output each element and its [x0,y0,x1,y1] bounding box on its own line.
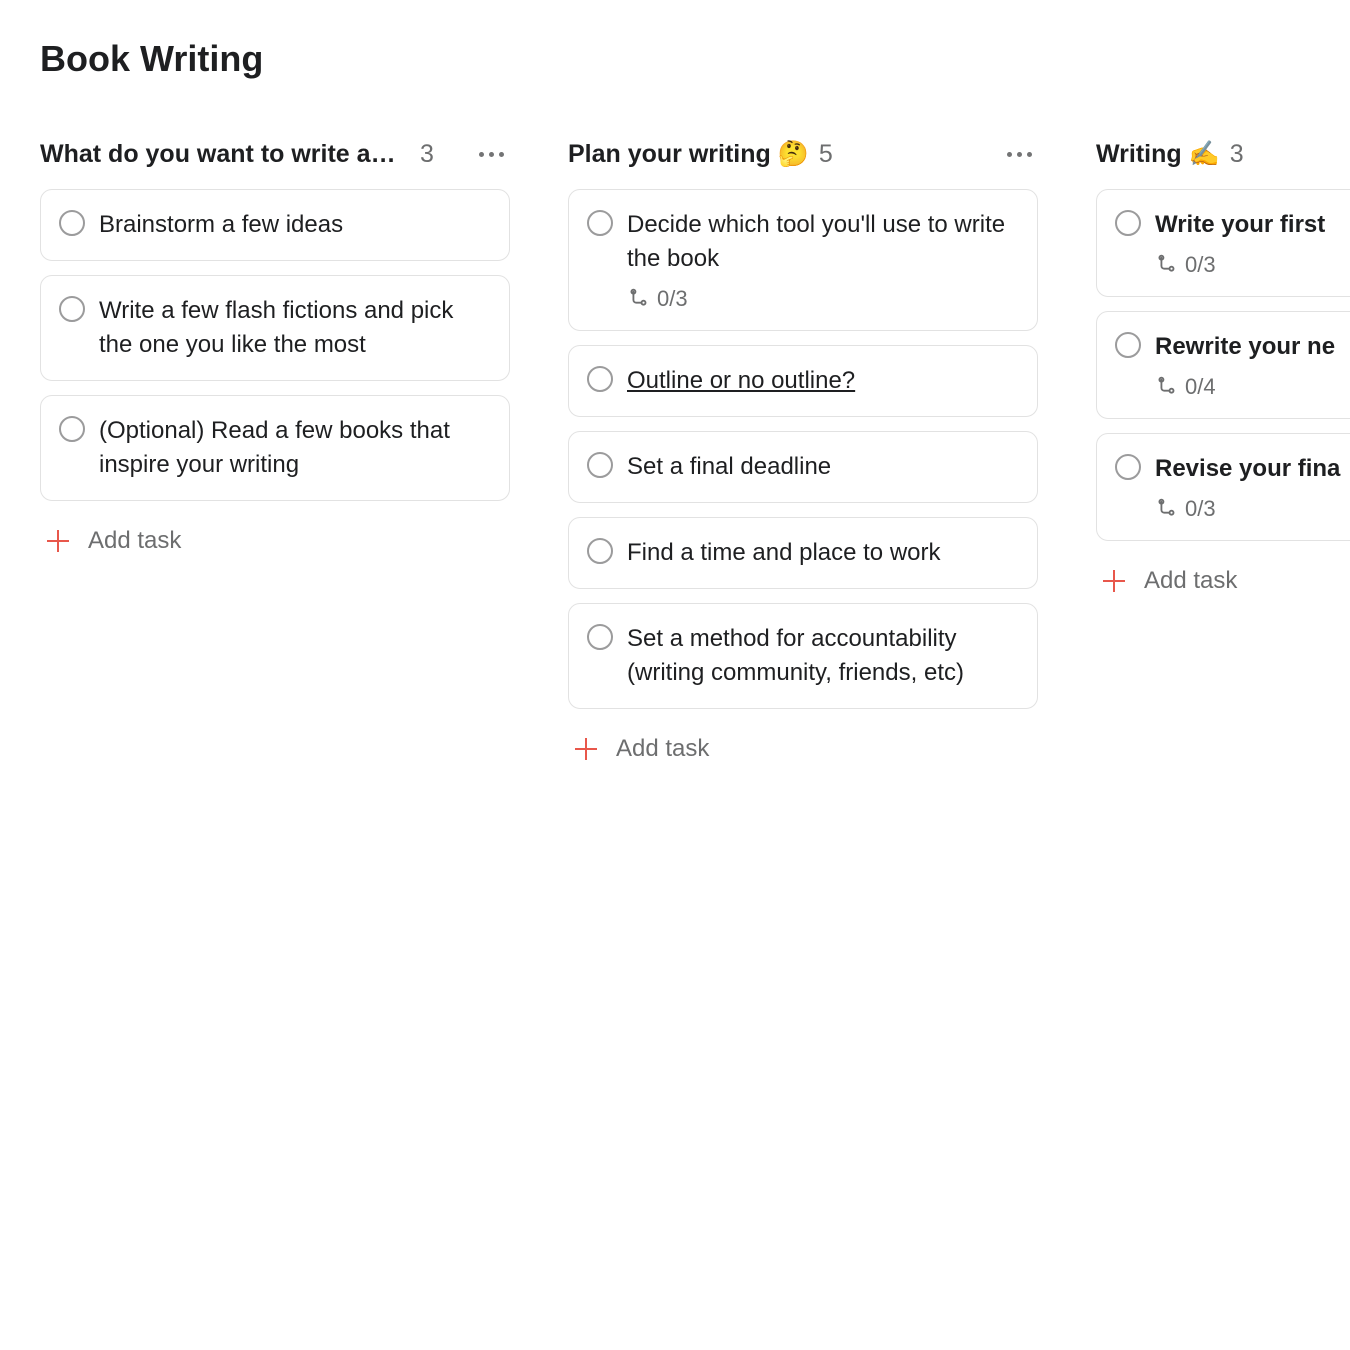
complete-checkbox[interactable] [1115,332,1141,358]
task-title: Decide which tool you'll use to write th… [627,208,1017,276]
column-count: 5 [819,140,833,169]
task-row: Write a few flash fictions and pick the … [59,294,489,362]
task-card[interactable]: Outline or no outline? [568,345,1038,417]
plus-icon [574,737,598,761]
task-row: Set a method for accountability (writing… [587,622,1017,690]
column-title[interactable]: What do you want to write ab… [40,140,410,169]
task-card[interactable]: Set a method for accountability (writing… [568,603,1038,709]
task-row: Set a final deadline [587,450,1017,484]
column-header: Plan your writing 🤔 5 [568,140,1038,169]
subtask-count: 0/3 [1155,252,1350,278]
plus-icon [1102,569,1126,593]
subtask-count-label: 0/3 [657,286,688,312]
task-card[interactable]: Find a time and place to work [568,517,1038,589]
complete-checkbox[interactable] [587,624,613,650]
column-count: 3 [420,140,434,169]
task-card[interactable]: (Optional) Read a few books that inspire… [40,395,510,501]
subtask-count-label: 0/3 [1185,252,1216,278]
task-card[interactable]: Write your first 0/3 [1096,189,1350,297]
column-more-icon[interactable] [473,146,510,163]
task-title: Revise your fina [1155,452,1340,486]
task-title: Set a method for accountability (writing… [627,622,1017,690]
subtask-count: 0/3 [627,286,1017,312]
complete-checkbox[interactable] [587,210,613,236]
task-title: Set a final deadline [627,450,831,484]
task-title: Write a few flash fictions and pick the … [99,294,489,362]
subtask-count-label: 0/3 [1185,496,1216,522]
add-task-label: Add task [616,735,709,763]
column-title[interactable]: Plan your writing 🤔 [568,140,809,169]
subtask-icon [1155,498,1177,520]
task-title: Outline or no outline? [627,364,855,398]
task-card[interactable]: Rewrite your ne 0/4 [1096,311,1350,419]
complete-checkbox[interactable] [59,210,85,236]
task-row: Rewrite your ne [1115,330,1350,364]
add-task-button[interactable]: Add task [1096,555,1350,607]
add-task-button[interactable]: Add task [568,723,1038,775]
task-title: Rewrite your ne [1155,330,1335,364]
page-title: Book Writing [40,38,1310,80]
board-column: What do you want to write ab… 3 Brainstorm… [40,140,510,567]
complete-checkbox[interactable] [59,296,85,322]
task-card[interactable]: Decide which tool you'll use to write th… [568,189,1038,331]
column-more-icon[interactable] [1001,146,1038,163]
subtask-count-label: 0/4 [1185,374,1216,400]
task-title: Write your first [1155,208,1325,242]
task-card[interactable]: Brainstorm a few ideas [40,189,510,261]
subtask-count: 0/4 [1155,374,1350,400]
task-row: Decide which tool you'll use to write th… [587,208,1017,276]
add-task-button[interactable]: Add task [40,515,510,567]
add-task-label: Add task [88,527,181,555]
complete-checkbox[interactable] [1115,210,1141,236]
task-row: (Optional) Read a few books that inspire… [59,414,489,482]
task-row: Outline or no outline? [587,364,1017,398]
plus-icon [46,529,70,553]
complete-checkbox[interactable] [587,366,613,392]
complete-checkbox[interactable] [1115,454,1141,480]
board-column: Writing ✍️ 3 Write your first 0/3 Rewrite yo… [1096,140,1350,607]
column-header: Writing ✍️ 3 [1096,140,1350,169]
subtask-count: 0/3 [1155,496,1350,522]
subtask-icon [627,288,649,310]
task-title: Find a time and place to work [627,536,941,570]
complete-checkbox[interactable] [587,452,613,478]
column-count: 3 [1230,140,1244,169]
task-card[interactable]: Write a few flash fictions and pick the … [40,275,510,381]
kanban-board: What do you want to write ab… 3 Brainstorm… [40,140,1310,775]
task-card[interactable]: Set a final deadline [568,431,1038,503]
task-row: Brainstorm a few ideas [59,208,489,242]
task-row: Revise your fina [1115,452,1350,486]
add-task-label: Add task [1144,567,1237,595]
task-title: (Optional) Read a few books that inspire… [99,414,489,482]
task-row: Write your first [1115,208,1350,242]
subtask-icon [1155,254,1177,276]
subtask-icon [1155,376,1177,398]
task-row: Find a time and place to work [587,536,1017,570]
complete-checkbox[interactable] [587,538,613,564]
column-title[interactable]: Writing ✍️ [1096,140,1220,169]
task-title: Brainstorm a few ideas [99,208,343,242]
complete-checkbox[interactable] [59,416,85,442]
column-header: What do you want to write ab… 3 [40,140,510,169]
board-column: Plan your writing 🤔 5 Decide which tool yo… [568,140,1038,775]
task-card[interactable]: Revise your fina 0/3 [1096,433,1350,541]
